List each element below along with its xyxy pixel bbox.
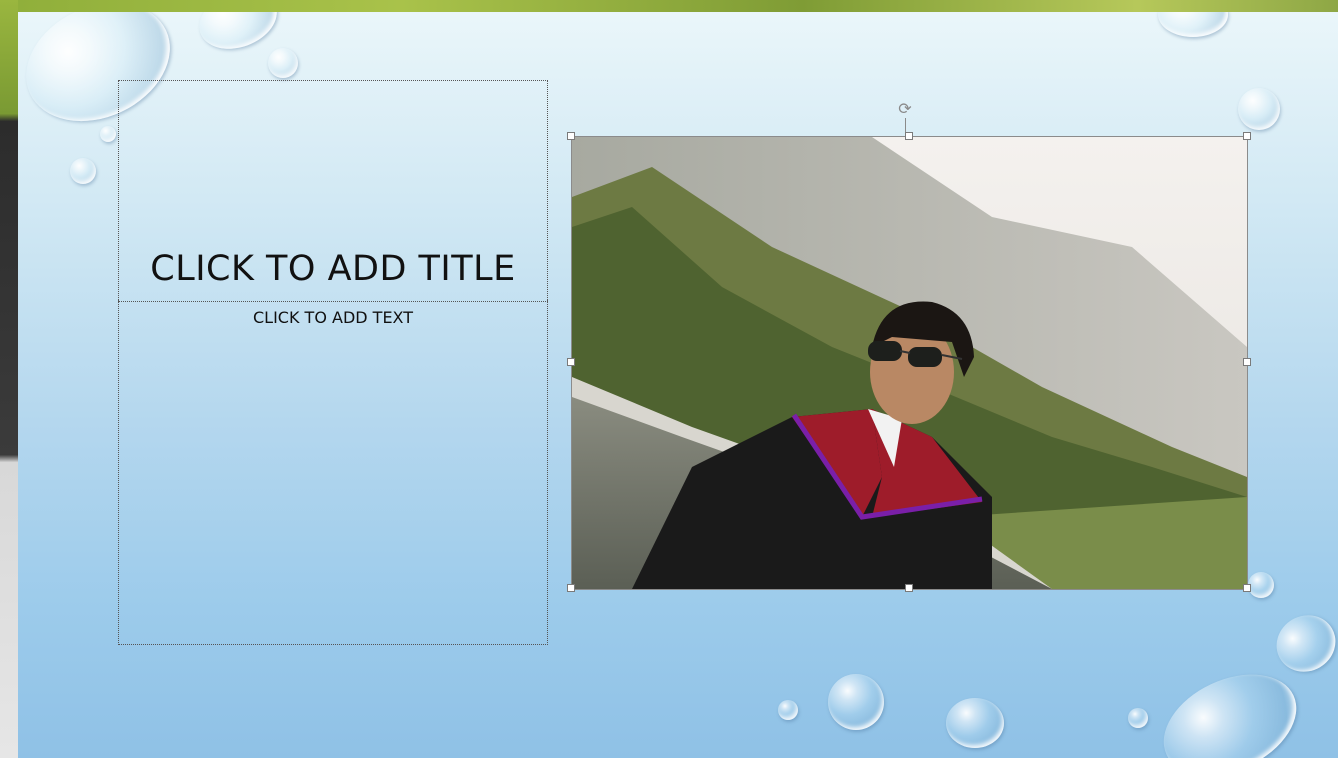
water-drop-decoration	[778, 700, 798, 720]
water-drop-decoration	[828, 674, 884, 730]
rotate-icon[interactable]: ⟳	[896, 100, 914, 118]
resize-handle-top-left[interactable]	[567, 132, 575, 140]
title-placeholder[interactable]: CLICK TO ADD TITLE	[118, 80, 548, 302]
slide-canvas[interactable]: CLICK TO ADD TITLE CLICK TO ADD TEXT ⟳	[18, 12, 1338, 758]
water-drop-decoration	[1147, 654, 1313, 758]
title-placeholder-text: CLICK TO ADD TITLE	[150, 249, 516, 289]
photo-image	[572, 137, 1247, 589]
resize-handle-bottom-left[interactable]	[567, 584, 575, 592]
water-drop-decoration	[268, 48, 298, 78]
resize-handle-left[interactable]	[567, 358, 575, 366]
text-placeholder-text: CLICK TO ADD TEXT	[252, 308, 413, 327]
graduate-photo[interactable]	[571, 136, 1248, 590]
water-drop-decoration	[1158, 12, 1228, 37]
water-drop-decoration	[1266, 604, 1338, 683]
water-drop-decoration	[946, 698, 1004, 748]
water-drop-decoration	[70, 158, 96, 184]
background-window-edge-left	[0, 0, 18, 758]
water-drop-decoration	[1238, 88, 1280, 130]
water-drop-decoration	[1248, 572, 1274, 598]
water-drop-decoration	[1128, 708, 1148, 728]
text-placeholder[interactable]: CLICK TO ADD TEXT	[118, 300, 548, 645]
water-drop-decoration	[100, 126, 116, 142]
resize-handle-bottom-right[interactable]	[1243, 584, 1251, 592]
resize-handle-top[interactable]	[905, 132, 913, 140]
resize-handle-top-right[interactable]	[1243, 132, 1251, 140]
resize-handle-bottom[interactable]	[905, 584, 913, 592]
resize-handle-right[interactable]	[1243, 358, 1251, 366]
